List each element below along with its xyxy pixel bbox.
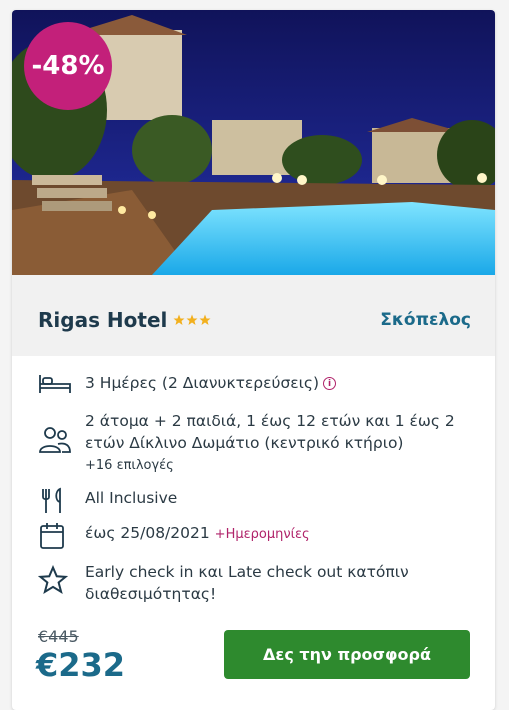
discount-badge: -48% xyxy=(24,22,112,110)
star-icon xyxy=(199,314,211,325)
star-icon xyxy=(186,314,198,325)
location-label[interactable]: Σκόπελος xyxy=(380,310,471,330)
guests-line-2: ετών Δίκλινο Δωμάτιο (κεντρικό κτήριο) xyxy=(85,434,404,452)
people-icon xyxy=(38,426,72,458)
hotel-photo[interactable]: -48% xyxy=(12,10,495,275)
hotel-title[interactable]: Rigas Hotel xyxy=(38,308,211,332)
offer-card[interactable]: -48% Rigas Hotel Σκόπελος 3 Ημέρες (2 Δι… xyxy=(12,10,495,710)
cutlery-icon xyxy=(38,487,68,519)
title-bar: Rigas Hotel Σκόπελος xyxy=(12,275,495,356)
bed-icon xyxy=(38,372,72,400)
date-until: έως 25/08/2021 xyxy=(85,524,210,542)
duration-value: 3 Ημέρες (2 Διανυκτερεύσεις) xyxy=(85,374,320,392)
extras-line-1: Early check in και Late check out κατόπι… xyxy=(85,563,409,581)
extras-line-2: διαθεσιμότητας! xyxy=(85,585,217,603)
info-icon[interactable]: i xyxy=(323,377,337,390)
more-dates-link[interactable]: +Ημερομηνίες xyxy=(215,527,310,542)
guests-line-1: 2 άτομα + 2 παιδιά, 1 έως 12 ετών και 1 … xyxy=(85,412,455,430)
hotel-stars xyxy=(173,314,211,326)
view-offer-button[interactable]: Δες την προσφορά xyxy=(224,630,470,679)
calendar-icon xyxy=(38,522,68,554)
star-icon xyxy=(173,314,185,325)
board-text: All Inclusive xyxy=(85,489,178,507)
duration-text: 3 Ημέρες (2 Διανυκτερεύσεις) i xyxy=(85,372,337,394)
old-price: €445 xyxy=(38,627,79,646)
date-text: έως 25/08/2021 +Ημερομηνίες xyxy=(85,522,310,546)
more-options-link[interactable]: +16 επιλογές xyxy=(85,455,174,477)
current-price: €232 xyxy=(36,646,126,684)
star-outline-icon xyxy=(37,564,69,599)
hotel-name[interactable]: Rigas Hotel xyxy=(38,308,167,332)
